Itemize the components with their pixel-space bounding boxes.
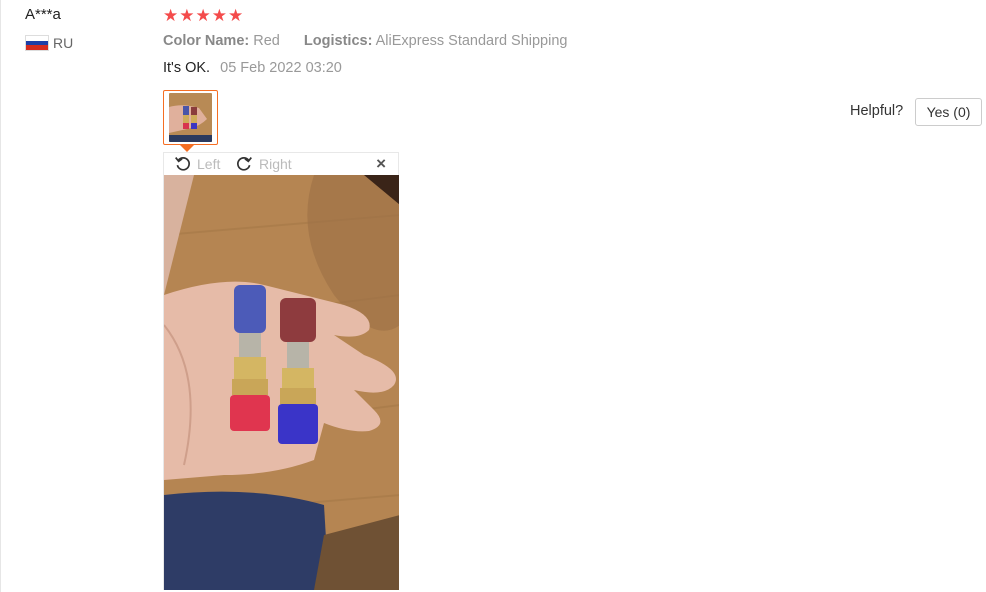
helpful-yes-button[interactable]: Yes (0) [915,98,982,126]
color-label: Color Name: [163,33,250,49]
close-icon[interactable]: × [376,154,386,174]
rotate-left-button[interactable]: Left [174,155,220,172]
star-icon: ★ [195,6,211,25]
image-viewer-toolbar: Left Right × [163,152,399,175]
star-icon: ★ [228,6,244,25]
review-date: 05 Feb 2022 03:20 [220,60,342,76]
star-icon: ★ [179,6,195,25]
feedback-text: It's OK. [163,60,211,76]
logistics-label: Logistics: [303,33,373,49]
logistics-value: AliExpress Standard Shipping [375,33,568,49]
rotate-left-label: Left [197,155,221,172]
rotate-right-button[interactable]: Right [236,155,292,172]
feedback-line: It's OK. 05 Feb 2022 03:20 [163,60,342,76]
thumbnail-pointer [180,145,194,152]
star-icon: ★ [211,6,227,25]
photo-thumbnail[interactable] [163,90,218,145]
rotate-left-icon [175,157,190,171]
thumbnail-image [169,93,212,142]
review-photo [163,175,399,590]
reviewer-name: A***a [25,6,61,23]
rotate-right-icon [237,157,252,171]
star-icon: ★ [163,6,179,25]
rotate-right-label: Right [259,155,292,172]
star-rating: ★ ★ ★ ★ ★ [163,7,243,25]
content-border [0,0,1,592]
country-code: RU [53,35,74,51]
color-value: Red [253,33,280,49]
order-info: Color Name: Red Logistics: AliExpress St… [163,33,567,49]
flag-russia-icon [25,35,49,51]
helpful-label: Helpful? [850,103,904,119]
reviewer-country: RU [25,35,73,51]
